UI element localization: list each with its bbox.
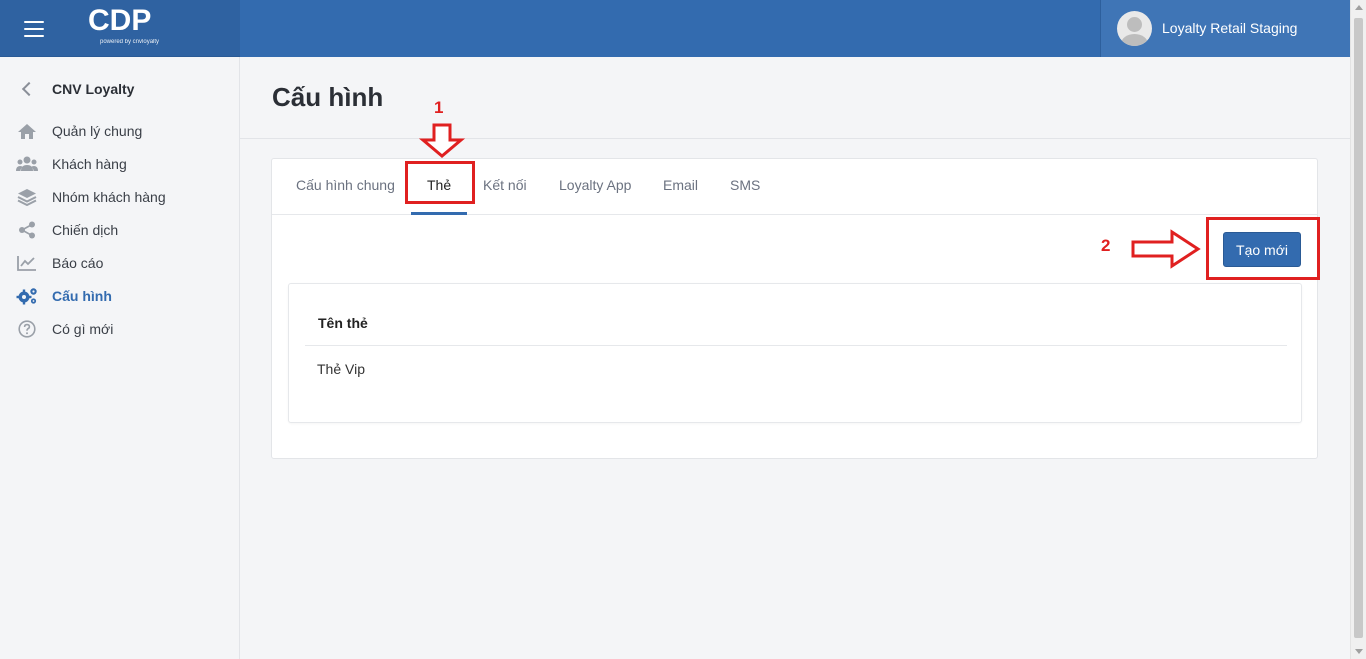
sidebar-item-quan-ly-chung[interactable]: Quản lý chung bbox=[16, 120, 142, 142]
scroll-down-arrow-icon[interactable] bbox=[1355, 649, 1363, 654]
sidebar-item-chien-dich[interactable]: Chiến dịch bbox=[16, 219, 118, 241]
account-menu[interactable]: Loyalty Retail Staging bbox=[1100, 0, 1350, 57]
sidebar-title: CNV Loyalty bbox=[52, 81, 135, 97]
sidebar-item-bao-cao[interactable]: Báo cáo bbox=[16, 252, 103, 274]
tab-email[interactable]: Email bbox=[663, 177, 698, 193]
chart-icon bbox=[16, 254, 38, 272]
sidebar-item-label: Cấu hình bbox=[52, 288, 112, 304]
sidebar-item-label: Quản lý chung bbox=[52, 123, 143, 139]
divider bbox=[305, 345, 1287, 346]
highlight-box-button bbox=[1206, 217, 1320, 280]
users-icon bbox=[16, 155, 38, 173]
avatar[interactable] bbox=[1117, 11, 1152, 46]
menu-icon[interactable] bbox=[24, 21, 44, 37]
chevron-left-icon bbox=[21, 81, 37, 97]
sidebar-item-co-gi-moi[interactable]: Có gì mới bbox=[16, 318, 113, 340]
vertical-scrollbar[interactable] bbox=[1350, 0, 1366, 659]
tab-ket-noi[interactable]: Kết nối bbox=[483, 177, 527, 193]
sidebar-item-cau-hinh[interactable]: Cấu hình bbox=[16, 285, 112, 307]
cdp-logo[interactable]: CDP powered by cnvloyalty bbox=[88, 5, 178, 53]
sidebar-back[interactable]: CNV Loyalty bbox=[20, 79, 134, 99]
scroll-up-arrow-icon[interactable] bbox=[1355, 5, 1363, 10]
layers-icon bbox=[16, 188, 38, 206]
active-tab-indicator bbox=[411, 212, 467, 215]
page-title: Cấu hình bbox=[272, 82, 384, 112]
gears-icon bbox=[16, 287, 38, 305]
sidebar-item-khach-hang[interactable]: Khách hàng bbox=[16, 153, 127, 175]
table-row[interactable]: Thẻ Vip bbox=[317, 361, 365, 377]
sidebar-item-label: Khách hàng bbox=[52, 156, 127, 172]
account-name[interactable]: Loyalty Retail Staging bbox=[1162, 20, 1297, 36]
sidebar-item-label: Có gì mới bbox=[52, 321, 114, 337]
logo-text: CDP bbox=[88, 4, 152, 37]
arrow-down-icon bbox=[418, 123, 466, 158]
share-icon bbox=[16, 221, 38, 239]
divider bbox=[240, 138, 1350, 139]
tab-sms[interactable]: SMS bbox=[730, 177, 760, 193]
sidebar: CNV Loyalty Quản lý chung Khách hàng Nhó… bbox=[0, 57, 240, 659]
table-header-ten-the: Tên thẻ bbox=[318, 315, 368, 331]
tab-cau-hinh-chung[interactable]: Cấu hình chung bbox=[296, 177, 395, 193]
tab-loyalty-app[interactable]: Loyalty App bbox=[559, 177, 631, 193]
sidebar-item-label: Nhóm khách hàng bbox=[52, 189, 166, 205]
annotation-step-2: 2 bbox=[1101, 236, 1111, 255]
sidebar-item-nhom-khach-hang[interactable]: Nhóm khách hàng bbox=[16, 186, 166, 208]
logo-subtitle: powered by cnvloyalty bbox=[100, 39, 160, 45]
arrow-right-icon bbox=[1131, 229, 1201, 269]
sidebar-item-label: Báo cáo bbox=[52, 255, 104, 271]
help-circle-icon bbox=[16, 320, 38, 338]
top-bar: CDP powered by cnvloyalty Loyalty Retail… bbox=[0, 0, 1350, 57]
sidebar-item-label: Chiến dịch bbox=[52, 222, 119, 238]
annotation-step-1: 1 bbox=[434, 98, 444, 117]
scroll-thumb[interactable] bbox=[1354, 18, 1363, 638]
card-table: Tên thẻ Thẻ Vip bbox=[288, 283, 1302, 423]
home-icon bbox=[16, 122, 38, 140]
highlight-box-tab bbox=[405, 161, 475, 204]
brand-area: CDP powered by cnvloyalty bbox=[0, 0, 240, 57]
